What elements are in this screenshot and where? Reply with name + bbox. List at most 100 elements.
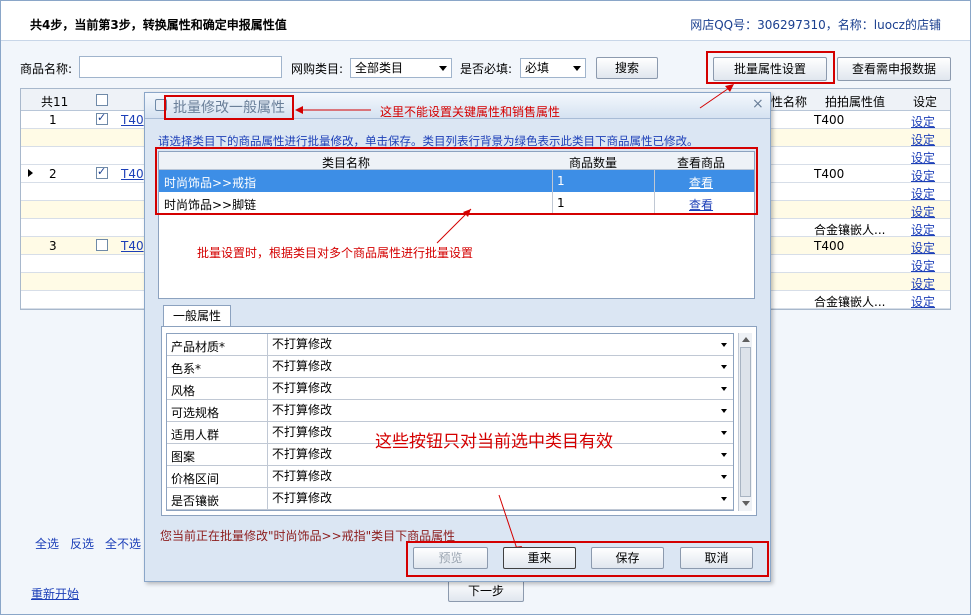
- product-link[interactable]: T40: [121, 239, 144, 253]
- set-link[interactable]: 设定: [911, 221, 935, 238]
- shop-info: 网店QQ号：306297310，名称：luocz的店铺: [690, 18, 941, 32]
- next-step-button[interactable]: 下一步: [448, 580, 524, 602]
- attribute-value: 合金镶嵌人...: [814, 223, 886, 237]
- required-select[interactable]: 必填: [520, 58, 586, 78]
- chevron-down-icon: [721, 365, 727, 369]
- annotation-arrow: [295, 106, 371, 114]
- set-link[interactable]: 设定: [911, 167, 935, 184]
- attribute-select[interactable]: 不打算修改: [267, 334, 733, 355]
- step-title: 共4步，当前第3步，转换属性和确定申报属性值: [30, 18, 287, 32]
- chevron-down-icon: [721, 431, 727, 435]
- required-select-value: 必填: [525, 61, 550, 75]
- preview-button[interactable]: 预览: [413, 547, 488, 569]
- search-button[interactable]: 搜索: [596, 57, 658, 79]
- annotation-arrow: [699, 84, 734, 109]
- annotation-box-title: [164, 95, 294, 120]
- cancel-button[interactable]: 取消: [680, 547, 753, 569]
- chevron-down-icon: [721, 475, 727, 479]
- set-link[interactable]: 设定: [911, 275, 935, 292]
- row-checkbox[interactable]: [96, 165, 108, 179]
- annotation-arrow: [436, 208, 472, 244]
- attribute-value: T400: [814, 239, 845, 253]
- set-link[interactable]: 设定: [911, 203, 935, 220]
- attributes-scrollbar[interactable]: [738, 333, 752, 511]
- chevron-down-icon: [721, 343, 727, 347]
- attribute-select-value: 不打算修改: [272, 425, 333, 439]
- scroll-down-icon[interactable]: [742, 501, 750, 506]
- set-link[interactable]: 设定: [911, 185, 935, 202]
- set-link[interactable]: 设定: [911, 257, 935, 274]
- close-icon[interactable]: ×: [752, 96, 764, 112]
- scroll-thumb[interactable]: [740, 347, 751, 497]
- set-link[interactable]: 设定: [911, 293, 935, 310]
- grid-count: 共11: [41, 95, 69, 109]
- attribute-row: 价格区间 不打算修改: [167, 466, 733, 488]
- attribute-row: 色系* 不打算修改: [167, 356, 733, 378]
- set-link[interactable]: 设定: [911, 149, 935, 166]
- category-label: 网购类目:: [291, 62, 344, 76]
- set-link[interactable]: 设定: [911, 131, 935, 148]
- select-none-link[interactable]: 全不选: [105, 535, 141, 552]
- attribute-select-value: 不打算修改: [272, 359, 333, 373]
- tab-general-attributes[interactable]: 一般属性: [163, 305, 231, 327]
- invert-selection-link[interactable]: 反选: [70, 535, 94, 552]
- row-number: 2: [49, 167, 57, 181]
- grid-header-attr-value: 拍拍属性值: [825, 95, 886, 109]
- attribute-select[interactable]: 不打算修改: [267, 400, 733, 421]
- attribute-select-value: 不打算修改: [272, 337, 333, 351]
- attributes-panel: 产品材质* 不打算修改 色系* 不打算修改 风格 不打算修改 可选规格 不打算修…: [161, 326, 757, 516]
- attribute-row: 可选规格 不打算修改: [167, 400, 733, 422]
- row-number: 3: [49, 239, 57, 253]
- attribute-name: 产品材质*: [171, 340, 226, 354]
- save-button[interactable]: 保存: [591, 547, 664, 569]
- set-link[interactable]: 设定: [911, 113, 935, 130]
- attribute-select[interactable]: 不打算修改: [267, 466, 733, 487]
- attribute-name: 图案: [171, 450, 196, 464]
- attribute-value: T400: [814, 113, 845, 127]
- attribute-name: 色系*: [171, 362, 202, 376]
- set-link[interactable]: 设定: [911, 239, 935, 256]
- category-select[interactable]: 全部类目: [350, 58, 452, 78]
- chevron-down-icon: [721, 497, 727, 501]
- attributes-list: 产品材质* 不打算修改 色系* 不打算修改 风格 不打算修改 可选规格 不打算修…: [166, 333, 734, 511]
- attribute-value: T400: [814, 167, 845, 181]
- select-all-link[interactable]: 全选: [35, 535, 59, 552]
- chevron-down-icon: [573, 66, 581, 71]
- scroll-up-icon[interactable]: [742, 337, 750, 342]
- attribute-select[interactable]: 不打算修改: [267, 378, 733, 399]
- annotation-title-note: 这里不能设置关键属性和销售属性: [380, 105, 561, 119]
- product-name-label: 商品名称:: [20, 62, 73, 76]
- annotation-box-batch-button: [706, 51, 835, 84]
- attribute-row: 是否镶嵌 不打算修改: [167, 488, 733, 510]
- product-link[interactable]: T40: [121, 113, 144, 127]
- grid-header-attr-name: 性名称: [771, 95, 808, 109]
- attribute-name: 价格区间: [171, 472, 220, 486]
- chevron-down-icon: [721, 409, 727, 413]
- attribute-select[interactable]: 不打算修改: [267, 356, 733, 377]
- row-checkbox[interactable]: [96, 239, 108, 251]
- view-declaration-button[interactable]: 查看需申报数据: [837, 57, 951, 81]
- product-link[interactable]: T40: [121, 167, 144, 181]
- row-checkbox[interactable]: [96, 111, 108, 125]
- attribute-select-value: 不打算修改: [272, 403, 333, 417]
- chevron-down-icon: [721, 453, 727, 457]
- attribute-row: 产品材质* 不打算修改: [167, 334, 733, 356]
- required-label: 是否必填:: [460, 62, 513, 76]
- category-select-value: 全部类目: [355, 61, 404, 75]
- attribute-name: 适用人群: [171, 428, 220, 442]
- attribute-select-value: 不打算修改: [272, 447, 333, 461]
- select-all-checkbox[interactable]: [96, 94, 108, 106]
- attribute-name: 可选规格: [171, 406, 220, 420]
- attribute-name: 风格: [171, 384, 196, 398]
- attribute-value: 合金镶嵌人...: [814, 295, 886, 309]
- attribute-select-value: 不打算修改: [272, 381, 333, 395]
- chevron-down-icon: [439, 66, 447, 71]
- reset-button[interactable]: 重来: [503, 547, 576, 569]
- product-name-input[interactable]: [79, 56, 282, 78]
- grid-header-set: 设定: [913, 95, 938, 109]
- batch-edit-dialog: 批量修改一般属性 × 这里不能设置关键属性和销售属性 请选择类目下的商品属性进行…: [144, 92, 771, 582]
- annotation-batch-note: 批量设置时，根据类目对多个商品属性进行批量设置: [197, 246, 474, 260]
- current-row-marker-icon: [28, 169, 33, 177]
- chevron-down-icon: [721, 387, 727, 391]
- restart-link[interactable]: 重新开始: [31, 585, 79, 602]
